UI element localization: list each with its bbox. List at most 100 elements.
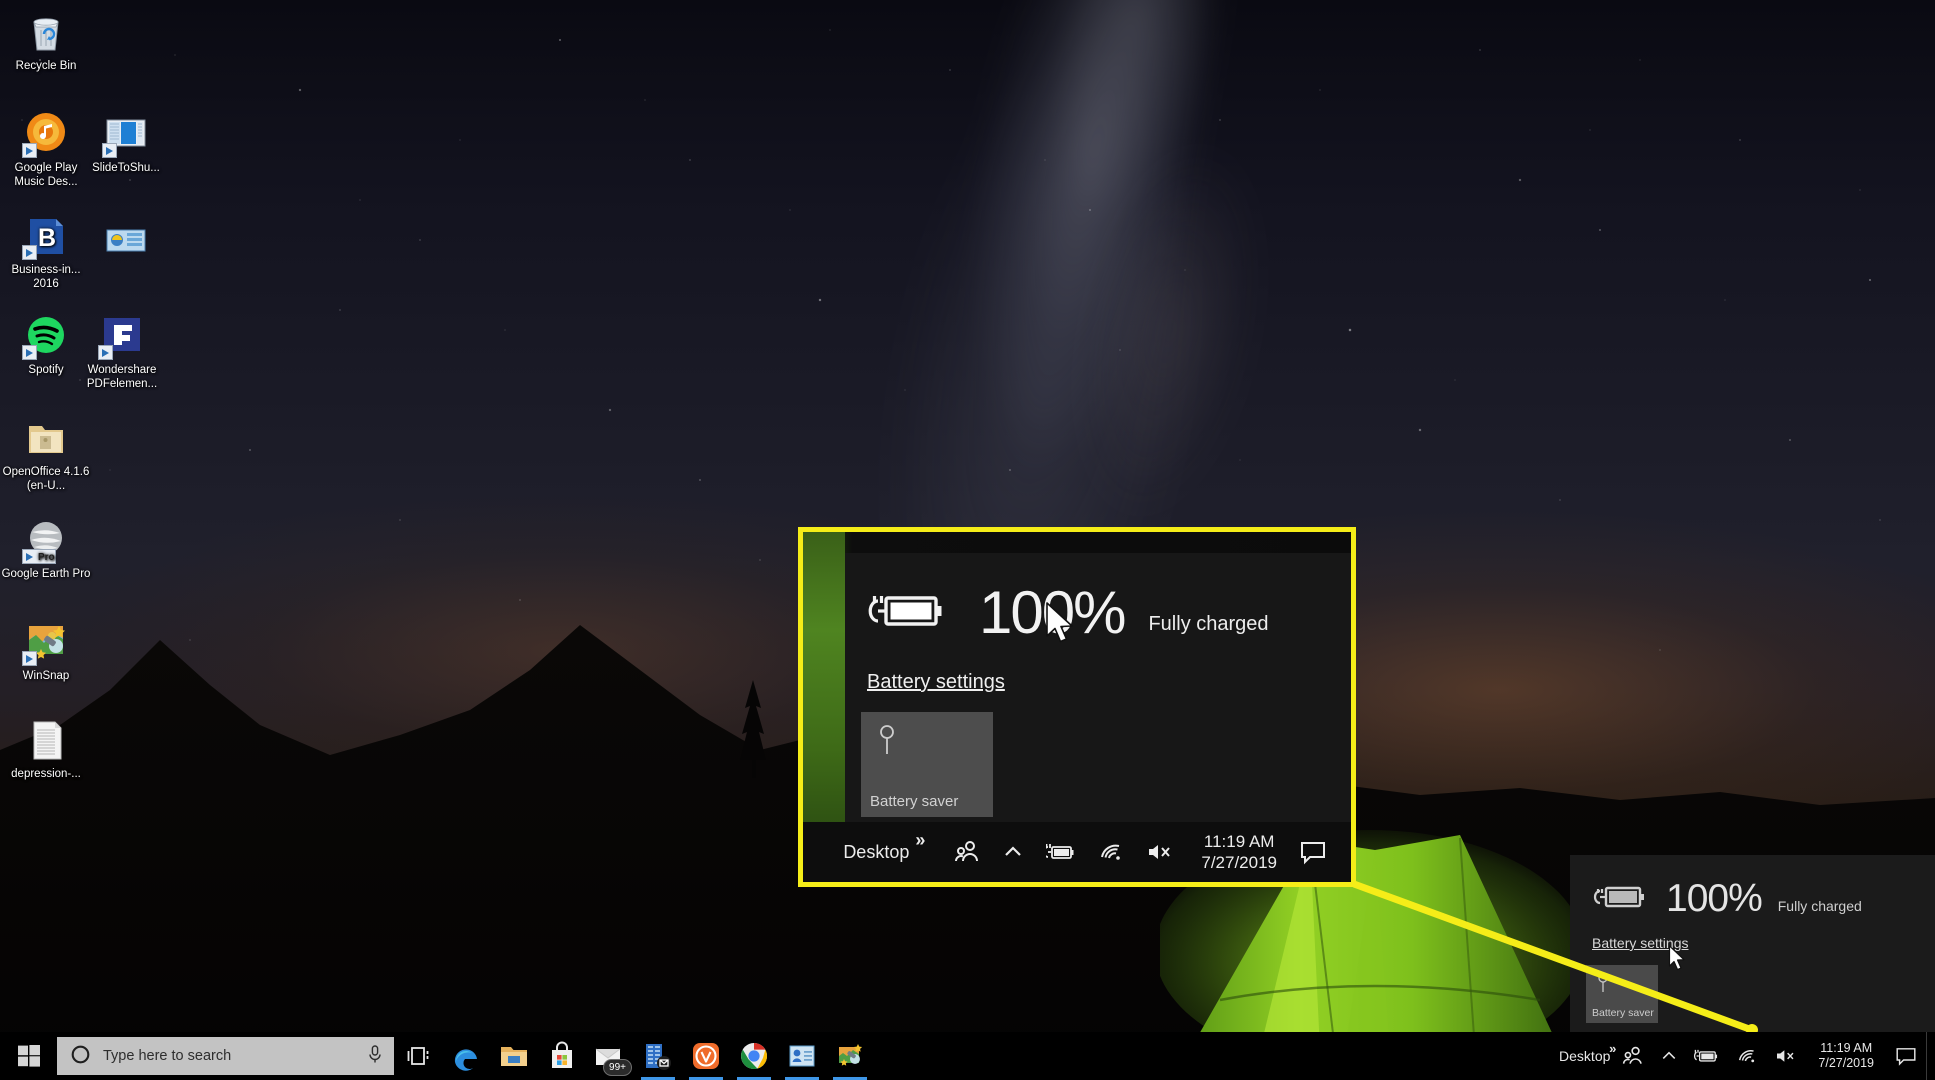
taskbar-item-vivaldi[interactable] <box>682 1032 730 1080</box>
desktop-icon-label: Google Earth Pro <box>1 568 91 580</box>
text-document-icon <box>22 716 70 764</box>
pro-badge-label: Pro <box>38 551 55 563</box>
callout-battery-header: 100% Fully charged <box>845 553 1351 643</box>
tray-time: 11:19 AM <box>1820 1041 1873 1055</box>
people-icon[interactable] <box>954 839 980 865</box>
search-input[interactable]: Type here to search <box>57 1037 394 1075</box>
callout-desktop-label: Desktop <box>843 841 910 862</box>
desktop-icon-label: Google Play Music Des... <box>14 162 78 188</box>
battery-tray-button[interactable] <box>1686 1032 1728 1080</box>
contacts-icon <box>789 1045 815 1067</box>
desktop-icon-label: Business-in... 2016 <box>11 264 81 290</box>
desktop-icon-google-earth-pro[interactable]: Pro Google Earth Pro <box>0 516 92 582</box>
battery-charging-icon[interactable] <box>1046 841 1076 863</box>
google-play-music-icon <box>22 110 70 158</box>
network-tray-button[interactable] <box>1728 1032 1766 1080</box>
winsnap-taskbar-icon <box>839 1044 863 1066</box>
desktop-icon-label: OpenOffice 4.1.6 (en-U... <box>2 466 90 492</box>
battery-saver-tile[interactable]: Battery saver <box>1586 965 1658 1023</box>
shortcut-arrow-icon <box>102 143 117 158</box>
show-desktop-button[interactable] <box>1926 1032 1935 1080</box>
callout-battery-flyout[interactable]: 100% Fully charged Battery settings Batt… <box>845 553 1351 822</box>
desktop-icon-wondershare-pdfelement[interactable]: Wondershare PDFelemen... <box>76 312 168 391</box>
taskbar-item-chrome[interactable] <box>730 1032 778 1080</box>
taskbar-item-file-explorer[interactable] <box>490 1032 538 1080</box>
winsnap-icon <box>22 618 70 666</box>
callout-time: 11:19 AM <box>1203 832 1275 851</box>
desktop-icon-depression-document[interactable]: depression-... <box>0 716 92 782</box>
desktop-icon-openoffice[interactable]: OpenOffice 4.1.6 (en-U... <box>0 414 92 493</box>
taskbar-item-microsoft-store[interactable] <box>538 1032 586 1080</box>
desktop-icon-label: WinSnap <box>22 670 70 682</box>
action-center-button[interactable] <box>1886 1032 1926 1080</box>
taskbar: Type here to search 99+ Desktop » 11:19 … <box>0 1032 1935 1080</box>
taskbar-item-mail[interactable]: 99+ <box>586 1032 634 1080</box>
edge-icon <box>454 1049 477 1071</box>
desktop-icon-winsnap[interactable]: WinSnap <box>0 618 92 684</box>
desktop-icon-label: SlideToShu... <box>92 162 160 174</box>
callout-battery-saver-tile[interactable]: Battery saver <box>861 712 993 817</box>
battery-plugged-full-icon <box>867 587 947 640</box>
callout-battery-settings-link[interactable]: Battery settings <box>867 671 1005 694</box>
battery-flyout[interactable]: 100% Fully charged Battery settings Batt… <box>1570 855 1935 1040</box>
cortana-circle-icon <box>71 1045 90 1068</box>
action-center-icon[interactable] <box>1298 839 1328 865</box>
magnified-callout: 100% Fully charged Battery settings Batt… <box>798 527 1356 887</box>
file-explorer-icon <box>501 1047 527 1066</box>
callout-date: 7/27/2019 <box>1201 853 1277 872</box>
volume-tray-button[interactable] <box>1766 1032 1806 1080</box>
volume-muted-icon <box>1777 1050 1794 1062</box>
callout-battery-status: Fully charged <box>1148 612 1269 635</box>
desktop-icon-recycle-bin[interactable]: Recycle Bin <box>0 8 92 74</box>
taskbar-item-winsnap[interactable] <box>826 1032 874 1080</box>
spotify-icon <box>22 312 70 360</box>
desktop-icon-label: Recycle Bin <box>15 60 77 72</box>
callout-clock[interactable]: 11:19 AM 7/27/2019 <box>1201 831 1277 873</box>
outlook-icon <box>646 1044 671 1070</box>
tray-date: 7/27/2019 <box>1818 1056 1874 1070</box>
start-button[interactable] <box>0 1032 57 1080</box>
tray-overflow-chevron-icon: » <box>1609 1041 1617 1056</box>
callout-desktop-overflow[interactable]: Desktop » <box>833 830 925 863</box>
taskbar-item-outlook[interactable] <box>634 1032 682 1080</box>
wifi-icon <box>1739 1050 1755 1063</box>
shortcut-arrow-icon <box>22 143 37 158</box>
battery-charging-icon <box>1694 1049 1718 1062</box>
shortcut-arrow-icon <box>98 345 113 360</box>
shortcut-arrow-icon <box>22 245 37 260</box>
battery-saver-leaf-icon <box>874 723 900 762</box>
task-view-icon <box>407 1047 429 1065</box>
svg-text:B: B <box>38 224 56 252</box>
mail-badge: 99+ <box>603 1059 632 1076</box>
microphone-icon[interactable] <box>366 1044 384 1068</box>
openoffice-folder-icon <box>22 414 70 462</box>
tray-desktop-label: Desktop <box>1559 1048 1611 1064</box>
chevron-up-icon <box>1663 1051 1676 1060</box>
chevron-up-icon[interactable] <box>1002 841 1024 863</box>
tray-desktop-overflow[interactable]: Desktop » <box>1545 1032 1617 1080</box>
google-earth-pro-icon: Pro <box>22 516 70 564</box>
desktop-screen: Recycle Bin Google Play Music Des... Sli… <box>0 0 1935 1080</box>
desktop-icon-google-play-music[interactable]: Google Play Music Des... <box>0 110 92 189</box>
task-view-button[interactable] <box>394 1032 442 1080</box>
wondershare-pdfelement-icon <box>98 312 146 360</box>
taskbar-clock[interactable]: 11:19 AM 7/27/2019 <box>1806 1032 1886 1080</box>
desktop-icon-network-tool[interactable] <box>80 216 172 268</box>
desktop-icon-slide-to-shutdown[interactable]: SlideToShu... <box>80 110 172 176</box>
battery-saver-label: Battery saver <box>1592 1007 1654 1019</box>
mouse-cursor-magnified <box>1045 602 1079 653</box>
show-hidden-icons-button[interactable] <box>1652 1032 1686 1080</box>
taskbar-item-contacts[interactable] <box>778 1032 826 1080</box>
recycle-bin-icon <box>22 8 70 56</box>
desktop-icon-label: Wondershare PDFelemen... <box>86 364 158 390</box>
wifi-icon[interactable] <box>1098 841 1124 863</box>
battery-plugged-full-icon <box>1592 881 1648 918</box>
taskbar-item-microsoft-edge[interactable] <box>442 1032 490 1080</box>
shortcut-arrow-icon <box>22 651 37 666</box>
windows-logo-icon <box>17 1045 40 1067</box>
people-icon[interactable] <box>1614 1032 1652 1080</box>
search-placeholder: Type here to search <box>103 1048 232 1064</box>
callout-overflow-chevron-icon: » <box>915 829 926 850</box>
volume-muted-icon[interactable] <box>1146 841 1174 863</box>
desktop-icon-business-in-a-box[interactable]: B Business-in... 2016 <box>0 212 92 291</box>
